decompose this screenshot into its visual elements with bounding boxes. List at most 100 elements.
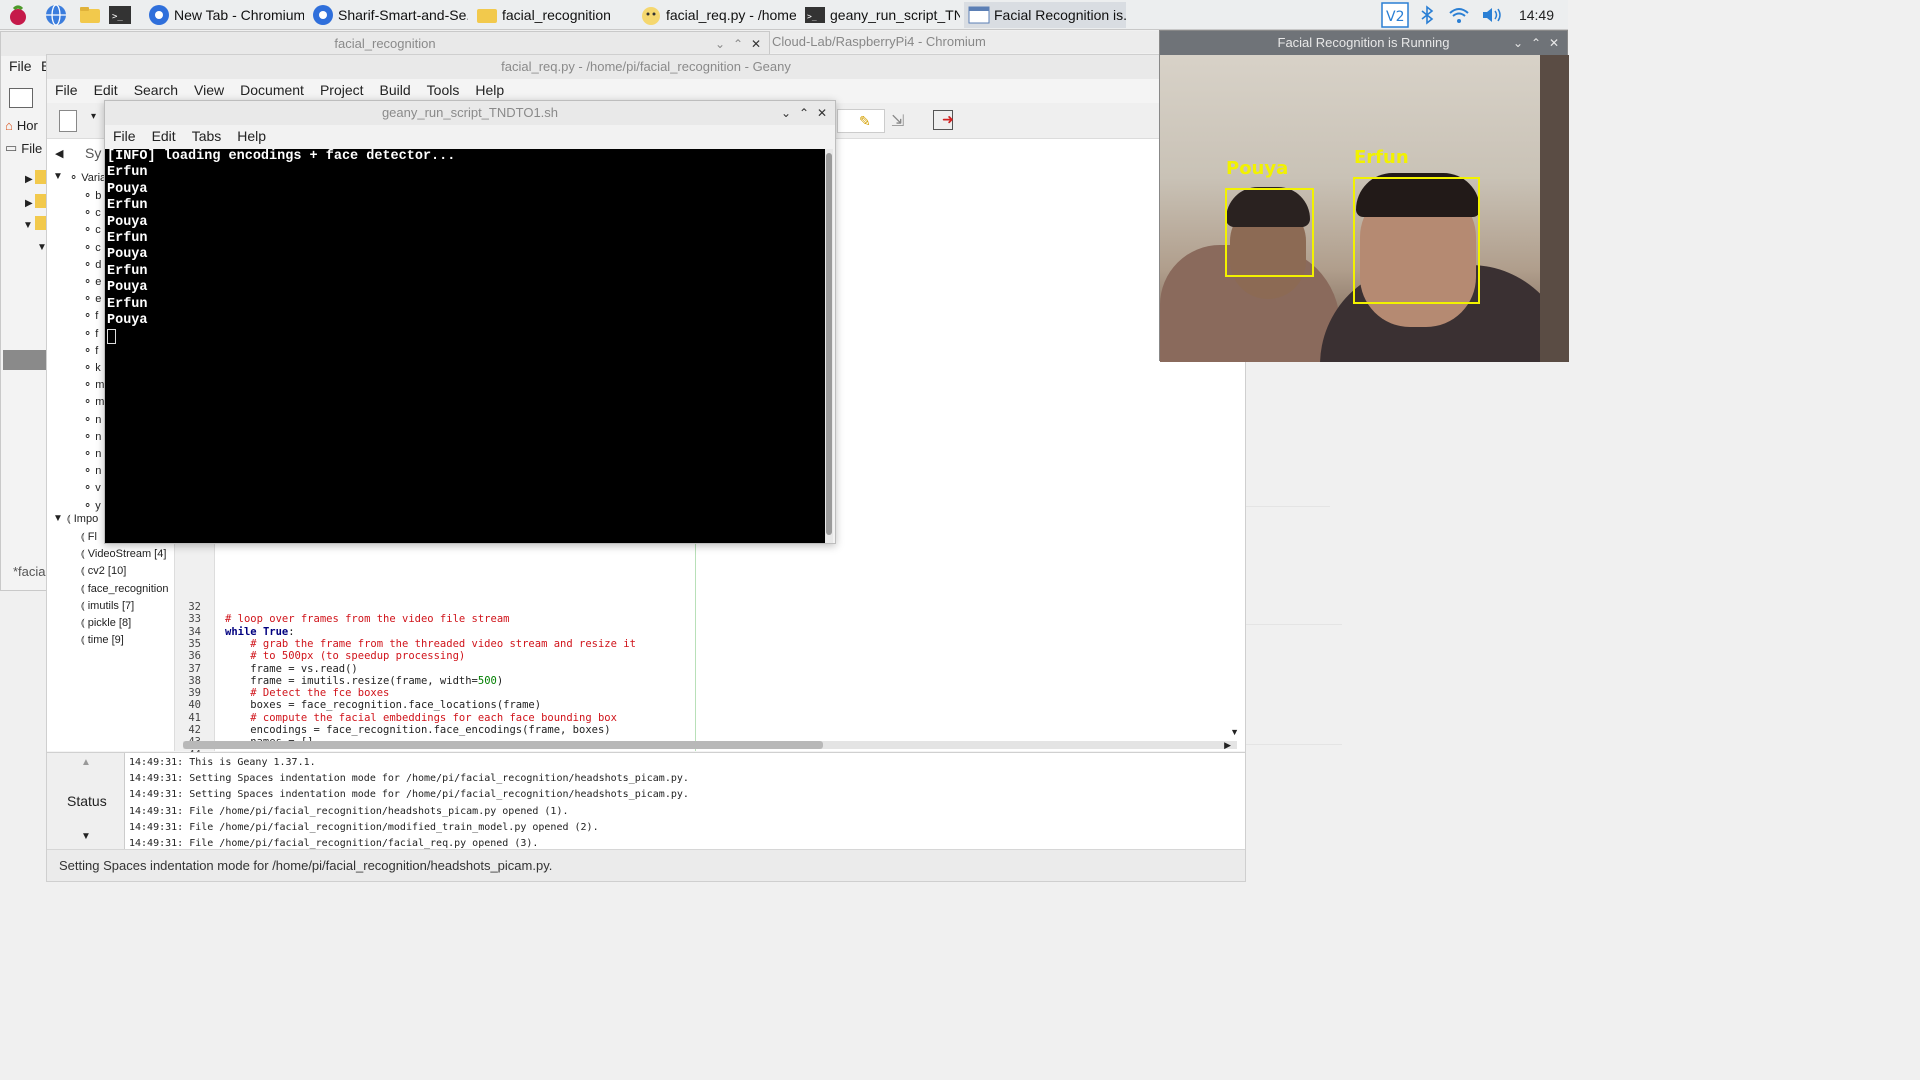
- menu-file[interactable]: File: [47, 82, 86, 98]
- symbol-import[interactable]: ⦅ VideoStream [4]: [81, 548, 166, 561]
- maximize-icon[interactable]: ⌃: [1527, 31, 1545, 55]
- home-bookmark[interactable]: ⌂ Hor: [5, 118, 38, 133]
- tree-expander[interactable]: ▼: [53, 513, 63, 524]
- symbol-variable[interactable]: ⚬ e: [83, 275, 101, 288]
- menu-build[interactable]: Build: [372, 82, 419, 98]
- code-line[interactable]: encodings = face_recognition.face_encodi…: [225, 724, 610, 736]
- symbol-variable[interactable]: ⚬ k: [83, 361, 101, 374]
- jump-to-line-icon[interactable]: ⇲: [891, 111, 904, 131]
- terminal-launcher-icon[interactable]: >_: [108, 3, 132, 27]
- menu-project[interactable]: Project: [312, 82, 372, 98]
- minimize-icon[interactable]: ⌄: [777, 101, 795, 125]
- task-facial-recognition-window[interactable]: Facial Recognition is...: [964, 2, 1126, 28]
- new-file-icon[interactable]: [59, 110, 77, 132]
- menu-file[interactable]: File: [105, 128, 144, 144]
- symbol-variable[interactable]: ⚬ n: [83, 413, 101, 426]
- menu-help[interactable]: Help: [229, 128, 274, 144]
- tree-expander[interactable]: ▶: [25, 198, 33, 209]
- scroll-thumb[interactable]: [826, 153, 832, 535]
- code-line[interactable]: # to 500px (to speedup processing): [225, 650, 465, 662]
- pane-toggle-icon[interactable]: [9, 88, 33, 108]
- menu-help[interactable]: Help: [467, 82, 512, 98]
- symbol-variable[interactable]: ⚬ n: [83, 447, 101, 460]
- tab-up-arrow[interactable]: ▲: [81, 757, 91, 768]
- raspberry-menu-icon[interactable]: [6, 3, 30, 27]
- symbol-variable[interactable]: ⚬ f: [83, 327, 98, 340]
- scroll-down-arrow[interactable]: ▼: [1230, 727, 1239, 737]
- tree-expander[interactable]: ▼: [53, 171, 63, 182]
- tab-status[interactable]: Status: [67, 793, 107, 809]
- close-icon[interactable]: ✕: [813, 101, 831, 125]
- code-line[interactable]: # loop over frames from the video file s…: [225, 613, 509, 625]
- close-icon[interactable]: ✕: [1545, 31, 1563, 55]
- code-line[interactable]: frame = imutils.resize(frame, width=500): [225, 675, 503, 687]
- task-geany[interactable]: facial_req.py - /home...: [636, 2, 796, 28]
- task-new-tab-chromium[interactable]: New Tab - Chromium: [144, 2, 304, 28]
- symbol-variable[interactable]: ⚬ v: [83, 481, 101, 494]
- symbol-import[interactable]: ⦅ Fl: [81, 531, 97, 544]
- horizontal-scrollbar[interactable]: [183, 741, 1237, 749]
- tab-down-arrow[interactable]: ▼: [81, 831, 91, 842]
- selected-tree-row[interactable]: [3, 350, 47, 370]
- bluetooth-icon[interactable]: [1416, 2, 1438, 28]
- close-icon[interactable]: ✕: [747, 32, 765, 56]
- menu-edit[interactable]: Edit: [86, 82, 126, 98]
- video-titlebar[interactable]: Facial Recognition is Running ⌄ ⌃ ✕: [1160, 31, 1567, 55]
- task-terminal-script[interactable]: >_ geany_run_script_TN...: [800, 2, 960, 28]
- symbol-import[interactable]: ⦅ pickle [8]: [81, 617, 131, 630]
- terminal-scrollbar[interactable]: [825, 149, 833, 543]
- sidebar-tab-symbols[interactable]: Sy: [85, 145, 101, 161]
- chromium-title[interactable]: Cloud-Lab/RaspberryPi4 - Chromium: [772, 34, 986, 49]
- symbol-import[interactable]: ⦅ imutils [7]: [81, 600, 134, 613]
- code-line[interactable]: frame = vs.read(): [225, 663, 357, 675]
- menu-edit[interactable]: Edit: [144, 128, 184, 144]
- task-sharif-chromium[interactable]: Sharif-Smart-and-Se...: [308, 2, 468, 28]
- symbol-variable[interactable]: ⚬ d: [83, 258, 101, 271]
- menu-search[interactable]: Search: [126, 82, 186, 98]
- menu-file[interactable]: File: [9, 58, 32, 74]
- maximize-icon[interactable]: ⌃: [729, 32, 747, 56]
- terminal-titlebar[interactable]: geany_run_script_TNDTO1.sh ⌄ ⌃ ✕: [105, 101, 835, 125]
- clock[interactable]: 14:49: [1519, 7, 1554, 23]
- symbol-variable[interactable]: ⚬ m: [83, 395, 104, 408]
- symbol-variable[interactable]: ⚬ c: [83, 206, 101, 219]
- scroll-right-arrow[interactable]: ▶: [1224, 740, 1231, 751]
- new-file-dropdown-icon[interactable]: ▾: [91, 111, 96, 122]
- symbol-variable[interactable]: ⚬ c: [83, 223, 101, 236]
- file-tab[interactable]: *facia: [13, 564, 46, 579]
- symbol-variable[interactable]: ⚬ c: [83, 241, 101, 254]
- menu-tabs[interactable]: Tabs: [184, 128, 230, 144]
- symbol-variable[interactable]: ⚬ e: [83, 292, 101, 305]
- filesystem-bookmark[interactable]: ▭ File: [5, 140, 42, 156]
- minimize-icon[interactable]: ⌄: [711, 32, 729, 56]
- symbol-import[interactable]: ⦅ face_recognition: [81, 583, 168, 596]
- terminal-output[interactable]: [INFO] loading encodings + face detector…: [105, 149, 825, 543]
- clear-icon[interactable]: ✎: [859, 113, 871, 130]
- code-line[interactable]: # Detect the fce boxes: [225, 687, 389, 699]
- wifi-icon[interactable]: [1446, 2, 1472, 28]
- task-facial-recognition-folder[interactable]: facial_recognition: [472, 2, 632, 28]
- code-line[interactable]: # compute the facial embeddings for each…: [225, 712, 617, 724]
- sidebar-tab-left-arrow[interactable]: ◀: [55, 147, 63, 160]
- symbol-variable[interactable]: ⚬ f: [83, 344, 98, 357]
- file-manager-icon[interactable]: [78, 3, 102, 27]
- menu-document[interactable]: Document: [232, 82, 312, 98]
- geany-titlebar[interactable]: facial_req.py - /home/pi/facial_recognit…: [47, 55, 1245, 79]
- imports-group[interactable]: ⦅ Impo: [67, 513, 98, 526]
- code-line[interactable]: # grab the frame from the threaded video…: [225, 638, 636, 650]
- maximize-icon[interactable]: ⌃: [795, 101, 813, 125]
- symbol-variable[interactable]: ⚬ b: [83, 189, 101, 202]
- code-line[interactable]: while True:: [225, 626, 295, 638]
- minimize-icon[interactable]: ⌄: [1509, 31, 1527, 55]
- web-browser-icon[interactable]: [44, 3, 68, 27]
- scroll-thumb[interactable]: [183, 741, 823, 749]
- menu-view[interactable]: View: [186, 82, 232, 98]
- symbol-variable[interactable]: ⚬ y: [83, 499, 101, 512]
- volume-icon[interactable]: [1480, 2, 1506, 28]
- symbol-variable[interactable]: ⚬ f: [83, 309, 98, 322]
- tree-expander[interactable]: ▼: [23, 220, 33, 231]
- quit-icon[interactable]: ➜: [933, 110, 954, 130]
- symbol-import[interactable]: ⦅ cv2 [10]: [81, 565, 126, 578]
- menu-tools[interactable]: Tools: [419, 82, 468, 98]
- symbol-variable[interactable]: ⚬ n: [83, 464, 101, 477]
